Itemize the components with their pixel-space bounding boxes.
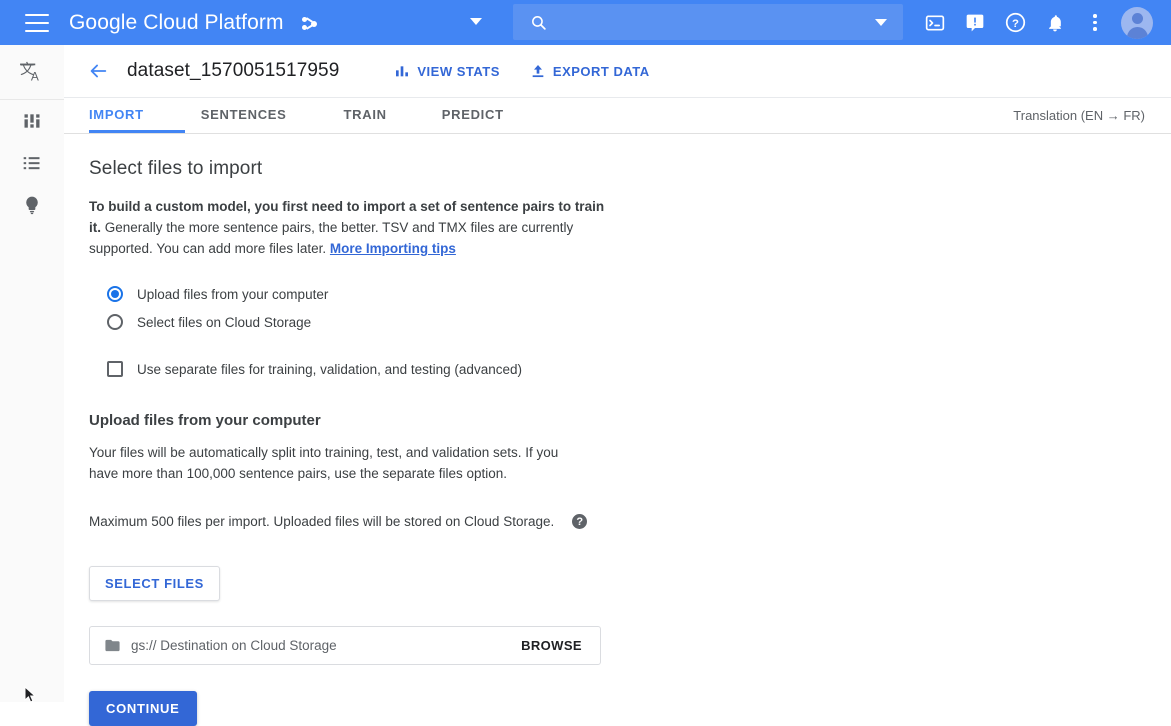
export-data-button[interactable]: EXPORT DATA xyxy=(530,63,650,79)
hamburger-menu-icon[interactable] xyxy=(25,14,49,32)
gcs-destination-input[interactable]: gs:// Destination on Cloud Storage BROWS… xyxy=(89,626,601,665)
import-form: Select files to import To build a custom… xyxy=(64,134,1171,726)
gcs-destination-placeholder: gs:// Destination on Cloud Storage xyxy=(131,638,521,653)
feedback-icon[interactable] xyxy=(955,0,995,45)
max-files-note-text: Maximum 500 files per import. Uploaded f… xyxy=(89,514,554,529)
continue-button[interactable]: CONTINUE xyxy=(89,691,197,726)
brand-title: Google Cloud Platform xyxy=(69,11,284,35)
tab-sentences[interactable]: SENTENCES xyxy=(201,98,287,122)
search-input[interactable] xyxy=(513,4,903,40)
subsection-heading: Upload files from your computer xyxy=(89,412,1171,429)
radio-upload-from-computer-indicator[interactable] xyxy=(107,286,123,302)
cloud-shell-icon[interactable] xyxy=(915,0,955,45)
radio-upload-from-computer[interactable]: Upload files from your computer xyxy=(107,281,1171,307)
view-stats-label: VIEW STATS xyxy=(417,64,500,79)
back-arrow-icon[interactable] xyxy=(87,60,109,82)
user-avatar[interactable] xyxy=(1121,7,1153,39)
sidebar-item-get-started[interactable] xyxy=(0,184,64,226)
project-chevron-down-icon[interactable] xyxy=(470,18,482,25)
left-nav-rail: 文 A xyxy=(0,45,65,702)
translation-direction-label: Translation (EN → FR) xyxy=(1013,108,1145,123)
svg-text:?: ? xyxy=(1012,18,1019,30)
lightbulb-icon xyxy=(22,195,42,215)
checkbox-separate-files-indicator[interactable] xyxy=(107,361,123,377)
topbar-icon-group: ? xyxy=(915,0,1171,45)
export-upload-icon xyxy=(530,63,546,79)
project-selector-icon[interactable] xyxy=(300,13,320,33)
page-header: dataset_1570051517959 VIEW STATS EXPORT … xyxy=(64,45,1171,98)
bar-chart-icon xyxy=(394,63,410,79)
notifications-bell-icon[interactable] xyxy=(1035,0,1075,45)
max-files-note: Maximum 500 files per import. Uploaded f… xyxy=(89,514,1171,529)
radio-upload-from-computer-label: Upload files from your computer xyxy=(137,287,328,302)
checkbox-separate-files[interactable]: Use separate files for training, validat… xyxy=(107,357,1171,381)
subsection-paragraph: Your files will be automatically split i… xyxy=(89,442,589,484)
tab-import[interactable]: IMPORT xyxy=(89,98,144,122)
radio-select-cloud-storage[interactable]: Select files on Cloud Storage xyxy=(107,309,1171,335)
mouse-cursor-icon xyxy=(24,686,38,704)
tab-train[interactable]: TRAIN xyxy=(344,98,387,122)
checkbox-separate-files-label: Use separate files for training, validat… xyxy=(137,362,522,377)
help-circle-icon[interactable]: ? xyxy=(572,514,587,529)
browse-button[interactable]: BROWSE xyxy=(521,638,582,653)
tab-predict[interactable]: PREDICT xyxy=(442,98,504,122)
datasets-list-icon xyxy=(22,153,42,173)
translate-icon[interactable]: 文 A xyxy=(0,45,64,100)
svg-text:A: A xyxy=(31,70,39,84)
more-options-icon[interactable] xyxy=(1075,0,1115,45)
section-description: To build a custom model, you first need … xyxy=(89,196,619,259)
radio-select-cloud-storage-label: Select files on Cloud Storage xyxy=(137,315,311,330)
export-data-label: EXPORT DATA xyxy=(553,64,650,79)
view-stats-button[interactable]: VIEW STATS xyxy=(394,63,500,79)
source-radio-group: Upload files from your computer Select f… xyxy=(107,281,1171,335)
select-files-button[interactable]: SELECT FILES xyxy=(89,566,220,601)
sidebar-item-datasets[interactable] xyxy=(0,142,64,184)
active-tab-indicator xyxy=(89,130,185,133)
radio-select-cloud-storage-indicator[interactable] xyxy=(107,314,123,330)
search-icon xyxy=(530,14,547,36)
tab-bar: IMPORT SENTENCES TRAIN PREDICT Translati… xyxy=(64,98,1171,134)
dashboard-icon xyxy=(22,111,42,131)
section-heading: Select files to import xyxy=(89,158,1171,180)
paragraph-line-2: more than 100,000 sentence pairs, use th… xyxy=(122,466,507,481)
sidebar-item-dashboard[interactable] xyxy=(0,100,64,142)
more-importing-tips-link[interactable]: More Importing tips xyxy=(330,241,456,256)
search-chevron-down-icon[interactable] xyxy=(875,19,887,26)
folder-icon xyxy=(104,637,121,654)
top-app-bar: Google Cloud Platform xyxy=(0,0,1171,45)
page-title: dataset_1570051517959 xyxy=(127,60,339,82)
help-icon[interactable]: ? xyxy=(995,0,1035,45)
description-line-3-prefix: You can add more files later. xyxy=(156,241,330,256)
main-content: dataset_1570051517959 VIEW STATS EXPORT … xyxy=(64,45,1171,702)
